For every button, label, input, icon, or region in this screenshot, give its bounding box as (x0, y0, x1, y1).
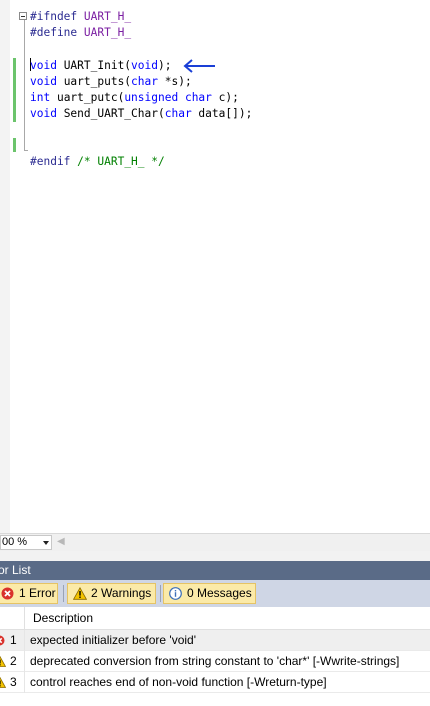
error-list-toolbar: 1 Error 2 Warnings 0 Messages (0, 580, 430, 607)
warning-description: control reaches end of non-void function… (30, 675, 327, 689)
errors-filter-button[interactable]: 1 Error (0, 583, 58, 604)
warnings-filter-button[interactable]: 2 Warnings (67, 583, 156, 604)
warning-icon (0, 656, 6, 667)
warning-row[interactable]: 2 deprecated conversion from string cons… (0, 651, 430, 672)
code-line-6[interactable]: int uart_putc(unsigned char c); (30, 90, 239, 106)
toolbar-separator (63, 585, 64, 602)
code-editor[interactable]: #ifndef UART_H_ #define UART_H_ void UAR… (0, 0, 430, 533)
editor-status-bar: 00 % ◀ (0, 533, 430, 551)
panel-splitter[interactable] (0, 551, 430, 561)
error-list-title: rror List (0, 561, 430, 580)
column-divider[interactable] (24, 607, 25, 629)
scroll-left-icon[interactable]: ◀ (57, 536, 65, 547)
change-indicator-bar (13, 58, 16, 122)
left-arrow-icon (183, 59, 215, 73)
code-line-7[interactable]: void Send_UART_Char(char data[]); (30, 106, 252, 122)
code-line-4[interactable]: void UART_Init(void); (30, 58, 171, 74)
messages-filter-button[interactable]: 0 Messages (163, 583, 256, 604)
zoom-value: 00 % (2, 536, 28, 548)
code-line-2[interactable]: #define UART_H_ (30, 25, 131, 41)
column-divider (24, 672, 25, 693)
column-divider (24, 630, 25, 651)
toolbar-separator (160, 585, 161, 602)
warning-description: deprecated conversion from string consta… (30, 654, 400, 668)
error-list-header: Description (0, 607, 430, 630)
outline-guide (24, 20, 25, 150)
collapse-region-icon[interactable] (19, 12, 27, 20)
code-line-10[interactable]: #endif /* UART_H_ */ (30, 154, 165, 170)
warning-icon (73, 587, 87, 600)
code-line-5[interactable]: void uart_puts(char *s); (30, 74, 192, 90)
change-indicator-bar-2 (13, 138, 16, 152)
error-icon (0, 635, 5, 646)
row-number: 3 (10, 675, 17, 689)
editor-gutter (0, 0, 10, 533)
chevron-down-icon (43, 541, 49, 545)
zoom-dropdown[interactable]: 00 % (0, 535, 52, 550)
column-header-description[interactable]: Description (33, 611, 93, 625)
error-icon (1, 587, 14, 600)
outline-guide-end (24, 150, 28, 151)
error-row[interactable]: 1 expected initializer before 'void' (0, 630, 430, 651)
warning-row[interactable]: 3 control reaches end of non-void functi… (0, 672, 430, 693)
row-number: 2 (10, 654, 17, 668)
warning-icon (0, 677, 6, 688)
code-line-1[interactable]: #ifndef UART_H_ (30, 9, 131, 25)
error-description: expected initializer before 'void' (30, 633, 197, 647)
row-number: 1 (10, 633, 17, 647)
column-divider (24, 651, 25, 672)
info-icon (169, 587, 182, 600)
